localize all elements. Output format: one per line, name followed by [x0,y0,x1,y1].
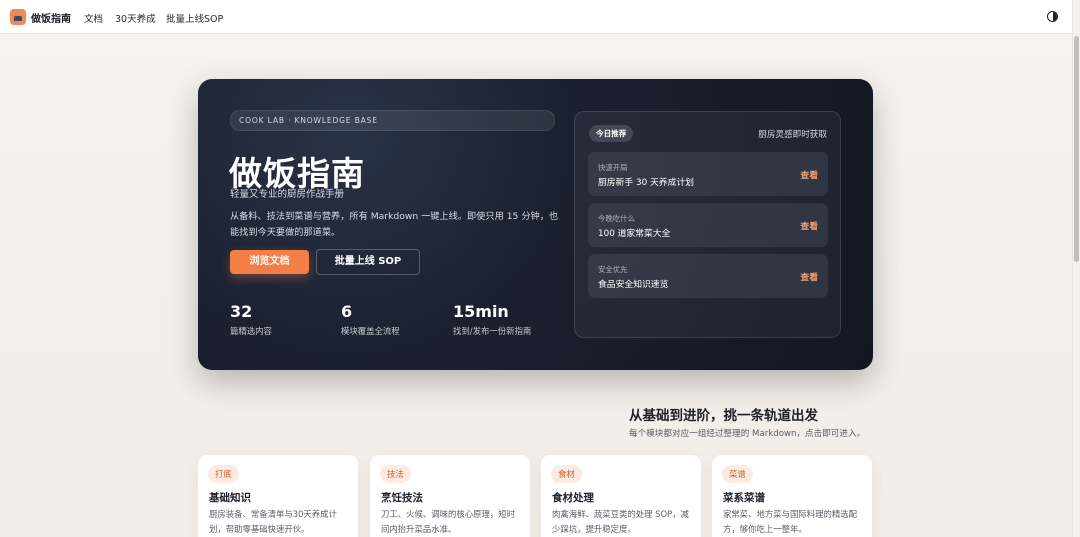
stat-label: 找到/发布一份新指南 [453,326,532,336]
stat-label: 篇精选内容 [230,326,272,336]
card-description: 家常菜、地方菜与国际料理的精选配方，够你吃上一整年。 [723,509,857,534]
hero-description: 从备料、技法到菜谱与营养，所有 Markdown 一键上线。即使只用 15 分钟… [230,211,559,238]
recommend-view-link[interactable]: 查看 [800,219,818,232]
hero-kicker-pill: COOK LAB · KNOWLEDGE BASE [230,110,555,131]
section-title: 从基础到进阶，挑一条轨道出发 [629,408,818,424]
card-description: 刀工、火候、调味的核心原理，短时间内抬升菜品水准。 [381,509,515,534]
module-card-basics[interactable]: 打底 基础知识 厨房装备、常备清单与30天养成计划，帮助零基础快速开伙。 [198,455,358,537]
stat-value: 15min [453,302,509,321]
recommend-header-note: 厨房灵感即时获取 [758,130,827,140]
stat-value: 32 [230,302,253,321]
card-tag: 菜谱 [722,465,753,483]
browse-docs-button[interactable]: 浏览文档 [230,250,309,274]
batch-sop-button[interactable]: 批量上线 SOP [316,249,420,275]
recommend-item[interactable]: 快速开局 厨房新手 30 天养成计划 查看 [588,152,828,196]
card-description: 肉禽海鲜、蔬菜豆类的处理 SOP，减少踩坑，提升稳定度。 [552,509,689,534]
recommend-item-title: 厨房新手 30 天养成计划 [598,178,694,188]
card-title: 烹饪技法 [381,492,423,504]
site-name[interactable]: 做饭指南 [31,10,71,25]
card-tag: 食材 [551,465,582,483]
theme-toggle-icon[interactable] [1047,11,1058,22]
card-title: 菜系菜谱 [723,492,765,504]
today-recommend-panel: 今日推荐 厨房灵感即时获取 快速开局 厨房新手 30 天养成计划 查看 今晚吃什… [574,111,841,338]
top-navigation-bar: 做饭指南 文档 30天养成 批量上线SOP [0,0,1072,34]
recommend-view-link[interactable]: 查看 [800,270,818,283]
recommend-item[interactable]: 今晚吃什么 100 道家常菜大全 查看 [588,203,828,247]
recommend-item-tag: 安全优先 [598,265,628,274]
stat-value: 6 [341,302,353,321]
recommend-item-title: 100 道家常菜大全 [598,229,671,239]
module-card-ingredients[interactable]: 食材 食材处理 肉禽海鲜、蔬菜豆类的处理 SOP，减少踩坑，提升稳定度。 [541,455,701,537]
card-title: 食材处理 [552,492,594,504]
recommend-item-tag: 今晚吃什么 [598,214,635,223]
card-title: 基础知识 [209,492,251,504]
hero-card: COOK LAB · KNOWLEDGE BASE 做饭指南 轻量又专业的厨房作… [198,79,873,370]
recommend-view-link[interactable]: 查看 [800,168,818,181]
module-card-techniques[interactable]: 技法 烹饪技法 刀工、火候、调味的核心原理，短时间内抬升菜品水准。 [370,455,530,537]
recommend-item-tag: 快速开局 [598,163,628,172]
nav-item-batch-sop[interactable]: 批量上线SOP [166,11,223,25]
card-description: 厨房装备、常备清单与30天养成计划，帮助零基础快速开伙。 [209,509,337,534]
recommend-item-title: 食品安全知识速览 [598,280,669,290]
nav-item-30days[interactable]: 30天养成 [115,11,156,25]
section-subtitle: 每个模块都对应一组经过整理的 Markdown，点击即可进入。 [629,429,866,439]
hero-subtitle: 轻量又专业的厨房作战手册 [230,189,345,200]
site-logo-icon[interactable] [10,9,26,25]
card-tag: 打底 [208,465,239,483]
nav-item-docs[interactable]: 文档 [84,11,103,25]
page-scrollbar-thumb[interactable] [1074,36,1079,262]
recommend-item[interactable]: 安全优先 食品安全知识速览 查看 [588,254,828,298]
stat-label: 模块覆盖全流程 [341,326,400,336]
module-card-recipes[interactable]: 菜谱 菜系菜谱 家常菜、地方菜与国际料理的精选配方，够你吃上一整年。 [712,455,872,537]
card-tag: 技法 [380,465,411,483]
today-recommend-badge: 今日推荐 [589,125,634,142]
